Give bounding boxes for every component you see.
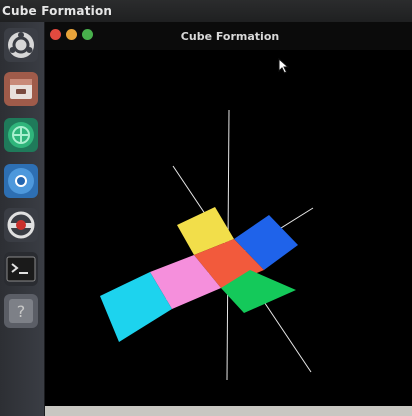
window-title-bar: Cube Formation: [45, 22, 412, 50]
window-minimize-button[interactable]: [66, 29, 77, 40]
android-studio-icon[interactable]: [4, 118, 38, 152]
unknown-app-icon[interactable]: ?: [4, 294, 38, 328]
app-window: Cube Formation: [45, 22, 412, 406]
terminal-icon[interactable]: [4, 252, 38, 286]
window-title: Cube Formation: [180, 30, 280, 43]
window-maximize-button[interactable]: [82, 29, 93, 40]
files-icon[interactable]: [4, 72, 38, 106]
mouse-cursor-icon: [278, 58, 290, 74]
desktop-bottom-edge: [45, 406, 412, 416]
system-top-bar: Cube Formation: [0, 0, 412, 22]
chromium-icon[interactable]: [4, 164, 38, 198]
window-close-button[interactable]: [50, 29, 61, 40]
svg-text:?: ?: [17, 302, 26, 321]
cube-net-scene: [100, 109, 314, 381]
gl-canvas[interactable]: [45, 50, 412, 406]
unity-launcher: ?: [0, 22, 45, 416]
software-updater-icon[interactable]: [4, 208, 38, 242]
ubuntu-logo-icon[interactable]: [4, 28, 38, 62]
active-app-title: Cube Formation: [2, 4, 113, 18]
